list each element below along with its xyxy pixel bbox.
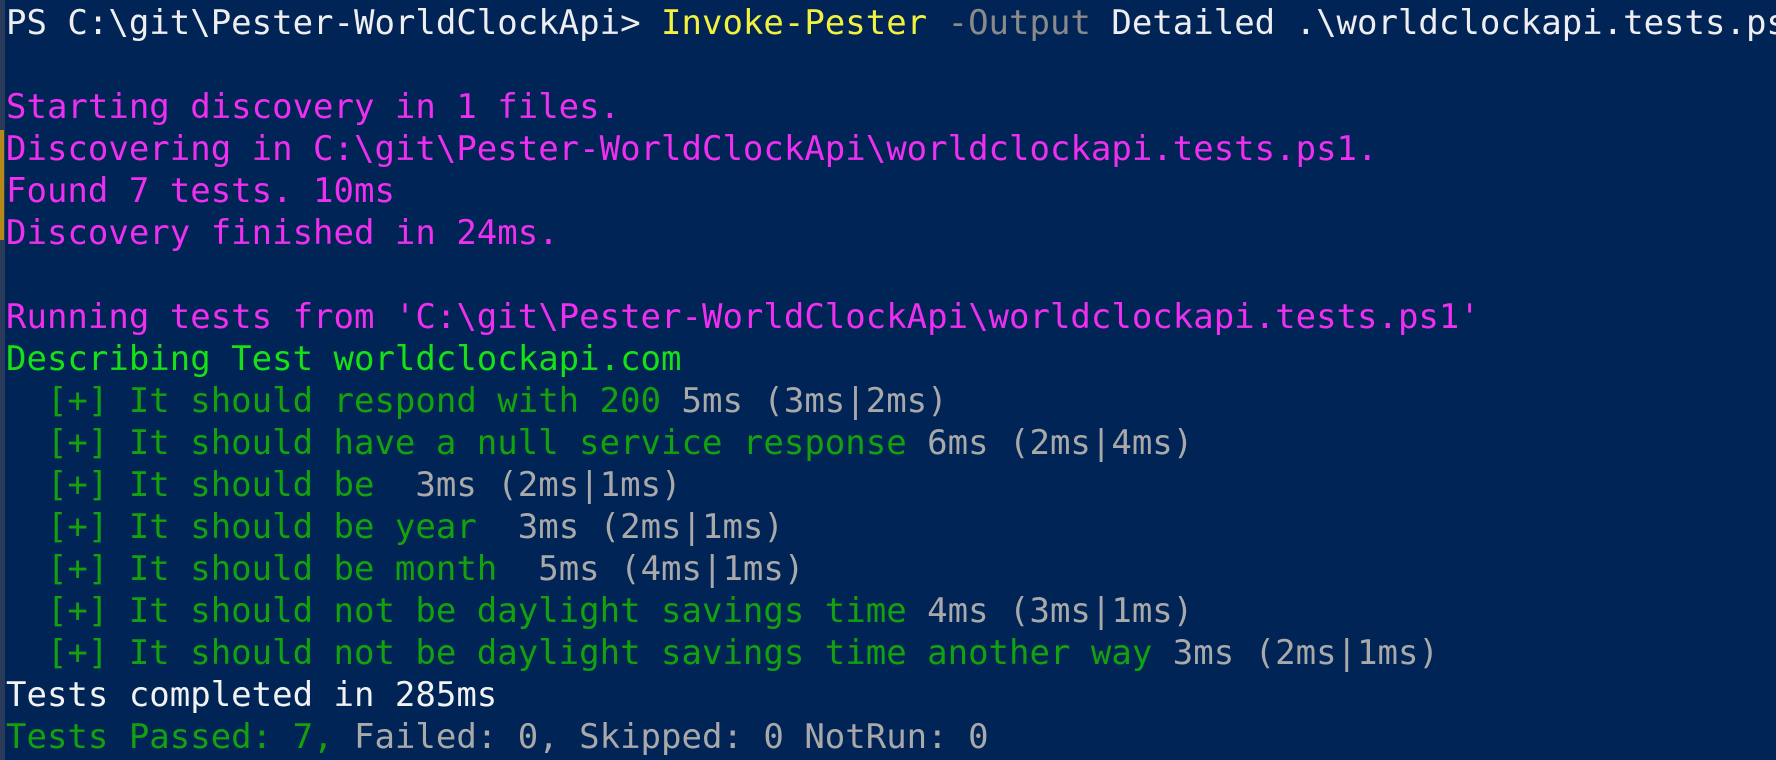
test-name: [+] It should be month	[6, 549, 518, 589]
window-left-edge	[0, 0, 5, 760]
discovery-found-line: Found 7 tests. 10ms	[6, 171, 395, 211]
discovery-start-line: Starting discovery in 1 files.	[6, 87, 621, 127]
summary-rest: Failed: 0, Skipped: 0 NotRun: 0	[333, 717, 989, 757]
summary-line: Tests Passed: 7, Failed: 0, Skipped: 0 N…	[6, 716, 1776, 758]
test-timing: 6ms (2ms|4ms)	[906, 423, 1194, 463]
test-timing: 5ms (3ms|2ms)	[661, 381, 948, 421]
test-timing: 3ms (2ms|1ms)	[394, 465, 682, 505]
test-name: [+] It should be	[6, 465, 395, 505]
command-arguments: Detailed .\worldclockapi.tests.ps1	[1090, 3, 1776, 43]
test-timing: 3ms (2ms|1ms)	[497, 507, 784, 547]
command-name: Invoke-Pester	[661, 3, 928, 43]
command-parameter: -Output	[927, 3, 1091, 43]
test-result-line: [+] It should not be daylight savings ti…	[6, 590, 1776, 632]
test-result-line: [+] It should be 3ms (2ms|1ms)	[6, 464, 1776, 506]
summary-passed: Tests Passed: 7,	[6, 717, 334, 757]
prompt-path: PS C:\git\Pester-WorldClockApi>	[6, 3, 662, 43]
discovery-path-line: Discovering in C:\git\Pester-WorldClockA…	[6, 129, 1378, 169]
test-timing: 4ms (3ms|1ms)	[906, 591, 1194, 631]
running-tests-line: Running tests from 'C:\git\Pester-WorldC…	[6, 297, 1480, 337]
test-result-line: [+] It should respond with 200 5ms (3ms|…	[6, 380, 1776, 422]
terminal-window[interactable]: PS C:\git\Pester-WorldClockApi> Invoke-P…	[0, 0, 1776, 760]
test-name: [+] It should be year	[6, 507, 498, 547]
scroll-marker	[0, 130, 4, 240]
test-result-line: [+] It should be year 3ms (2ms|1ms)	[6, 506, 1776, 548]
test-timing: 5ms (4ms|1ms)	[517, 549, 805, 589]
test-result-line: [+] It should be month 5ms (4ms|1ms)	[6, 548, 1776, 590]
tests-completed-line: Tests completed in 285ms	[6, 675, 498, 715]
terminal-output: PS C:\git\Pester-WorldClockApi> Invoke-P…	[6, 2, 1776, 758]
test-name: [+] It should not be daylight savings ti…	[6, 591, 907, 631]
test-result-line: [+] It should have a null service respon…	[6, 422, 1776, 464]
test-name: [+] It should not be daylight savings ti…	[6, 633, 1153, 673]
prompt-line: PS C:\git\Pester-WorldClockApi> Invoke-P…	[6, 2, 1776, 44]
describe-line: Describing Test worldclockapi.com	[6, 339, 682, 379]
test-timing: 3ms (2ms|1ms)	[1152, 633, 1439, 673]
test-result-line: [+] It should not be daylight savings ti…	[6, 632, 1776, 674]
test-name: [+] It should have a null service respon…	[6, 423, 907, 463]
test-name: [+] It should respond with 200	[6, 381, 662, 421]
discovery-finished-line: Discovery finished in 24ms.	[6, 213, 559, 253]
